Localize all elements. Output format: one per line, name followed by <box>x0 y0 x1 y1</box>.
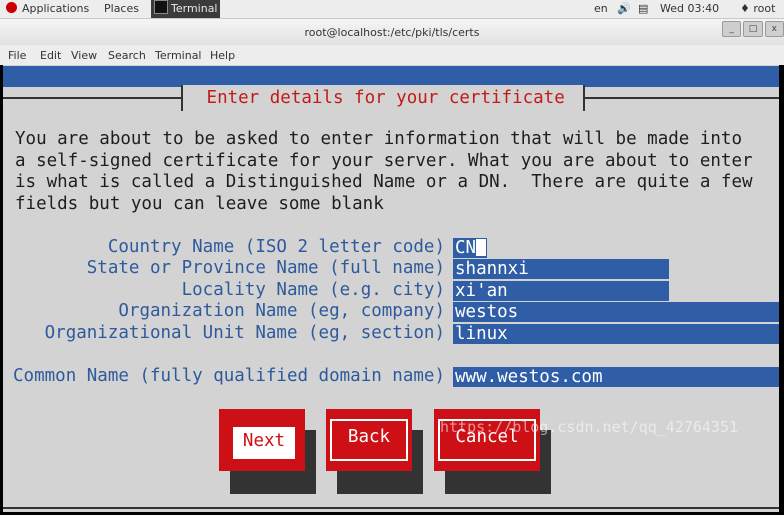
taskbar-terminal-label: Terminal <box>171 2 218 15</box>
minimize-icon[interactable]: _ <box>722 21 742 37</box>
common-name-field[interactable]: www.westos.com <box>453 367 779 387</box>
terminal-icon <box>154 0 168 14</box>
back-button-label: Back <box>330 419 408 461</box>
menu-view[interactable]: View <box>71 49 97 62</box>
common-name-value: www.westos.com <box>455 367 603 387</box>
country-label: Country Name (ISO 2 letter code) <box>107 237 445 257</box>
text-cursor <box>476 239 487 256</box>
window-titlebar[interactable]: root@localhost:/etc/pki/tls/certs _ □ x <box>0 19 784 45</box>
applications-label: Applications <box>22 2 90 15</box>
next-button[interactable]: Next <box>219 409 305 471</box>
dialog-bottom-border <box>3 507 779 509</box>
menu-search[interactable]: Search <box>108 49 146 62</box>
menu-edit[interactable]: Edit <box>40 49 61 62</box>
organization-value: westos <box>455 302 519 322</box>
dialog-title: Enter details for your certificate <box>196 88 576 108</box>
screen-background <box>3 66 779 87</box>
back-button[interactable]: Back <box>326 409 412 471</box>
places-menu[interactable]: Places <box>104 2 139 16</box>
terminal-area[interactable]: Enter details for your certificate You a… <box>3 65 779 512</box>
state-value: shannxi <box>455 259 529 279</box>
dialog-message: You are about to be asked to enter infor… <box>15 129 753 214</box>
redhat-logo-icon <box>6 2 17 13</box>
maximize-icon[interactable]: □ <box>743 21 763 37</box>
applications-menu[interactable]: Applications <box>6 2 89 16</box>
top-panel: Applications Places Terminal en 🔊 ▤ Wed … <box>0 0 784 19</box>
user-icon: ♦ <box>740 2 750 15</box>
locality-field[interactable]: xi'an <box>453 281 669 301</box>
locale-indicator[interactable]: en <box>594 2 608 16</box>
country-field[interactable]: CN <box>453 238 487 258</box>
country-value: CN <box>455 238 477 258</box>
window-controls: _ □ x <box>722 21 784 37</box>
menu-file[interactable]: File <box>8 49 26 62</box>
watermark-text: https://blog.csdn.net/qq_42764351 <box>440 418 739 436</box>
org-unit-field[interactable]: linux <box>453 324 779 344</box>
organization-label: Organization Name (eg, company) <box>118 301 445 321</box>
menubar: File Edit View Search Terminal Help <box>0 45 784 65</box>
window-title: root@localhost:/etc/pki/tls/certs <box>304 26 480 39</box>
state-label: State or Province Name (full name) <box>86 258 445 278</box>
org-unit-label: Organizational Unit Name (eg, section) <box>44 323 445 343</box>
menu-help[interactable]: Help <box>210 49 235 62</box>
taskbar-terminal-button[interactable]: Terminal <box>151 0 220 18</box>
common-name-label: Common Name (fully qualified domain name… <box>13 366 445 386</box>
close-icon[interactable]: x <box>764 21 784 37</box>
menu-terminal[interactable]: Terminal <box>155 49 202 62</box>
user-menu[interactable]: ♦ root <box>740 2 775 16</box>
organization-field[interactable]: westos <box>453 302 779 322</box>
network-icon[interactable]: ▤ <box>638 2 648 16</box>
locality-value: xi'an <box>455 281 508 301</box>
org-unit-value: linux <box>455 324 508 344</box>
user-label: root <box>753 2 776 15</box>
state-field[interactable]: shannxi <box>453 259 669 279</box>
clock[interactable]: Wed 03:40 <box>660 2 719 16</box>
volume-icon[interactable]: 🔊 <box>617 2 631 16</box>
next-button-label: Next <box>233 427 295 459</box>
locality-label: Locality Name (e.g. city) <box>181 280 445 300</box>
